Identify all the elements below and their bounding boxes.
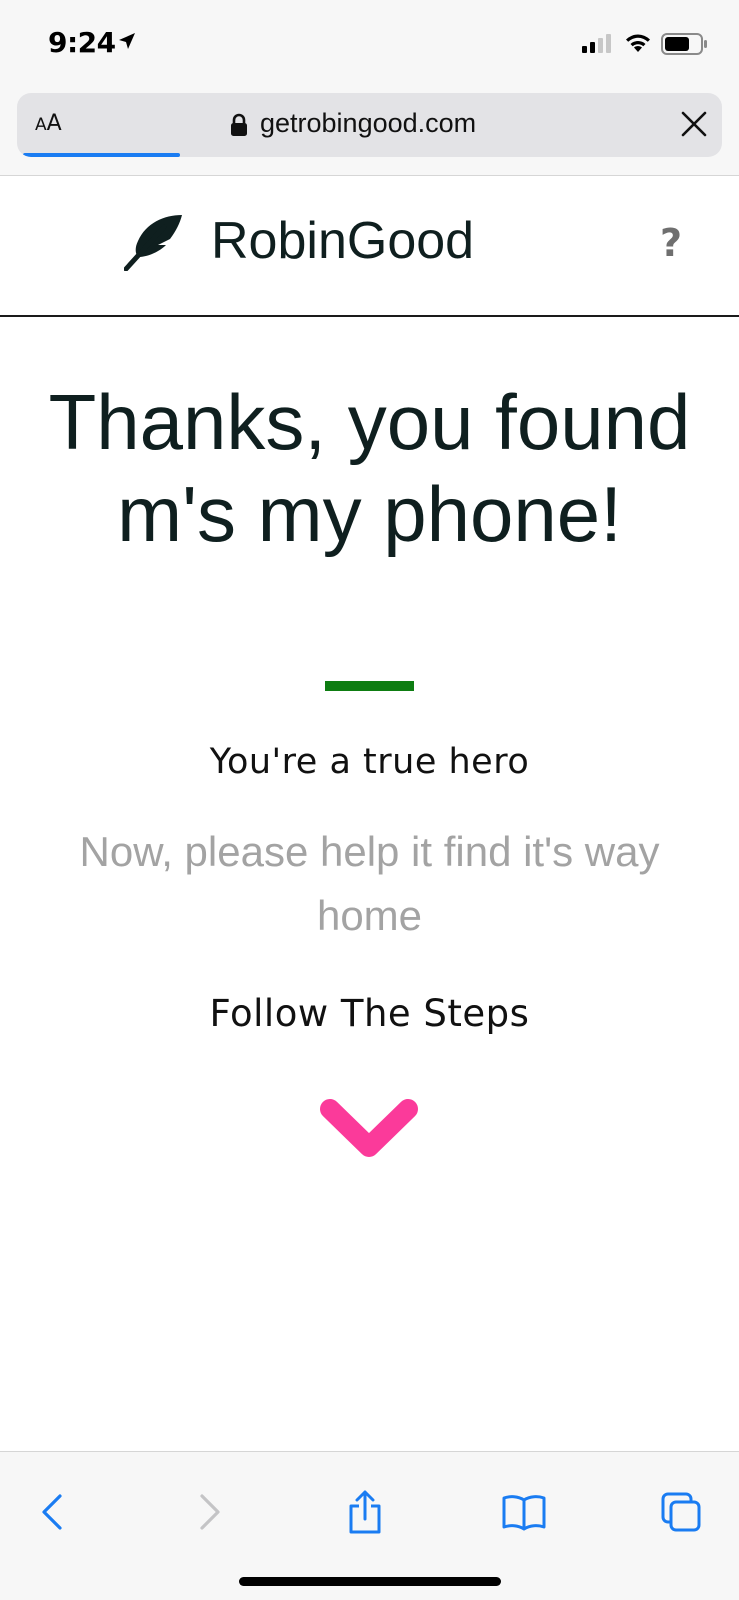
wifi-icon xyxy=(626,34,650,52)
hero-text: You're a true hero xyxy=(209,742,530,782)
share-icon[interactable] xyxy=(346,1489,384,1535)
tabs-button[interactable] xyxy=(651,1482,711,1542)
follow-steps-label: Follow The Steps xyxy=(209,992,530,1035)
accent-divider xyxy=(325,681,414,691)
back-button[interactable] xyxy=(22,1482,82,1542)
bookmarks-icon[interactable] xyxy=(501,1493,547,1531)
site-header: RobinGood ? xyxy=(0,177,739,317)
browser-address-bar: AA getrobingood.com xyxy=(0,86,739,176)
bookmarks-button[interactable] xyxy=(494,1482,554,1542)
forward-icon[interactable] xyxy=(198,1493,222,1531)
chevron-down-icon[interactable] xyxy=(320,1097,418,1161)
page-headline: Thanks, you found m's my phone! xyxy=(48,378,691,558)
back-icon[interactable] xyxy=(40,1493,64,1531)
home-indicator xyxy=(239,1577,501,1586)
cellular-signal-icon xyxy=(582,34,611,53)
status-bar: 9:24 xyxy=(0,0,739,86)
share-button[interactable] xyxy=(335,1482,395,1542)
url-text[interactable]: getrobingood.com xyxy=(260,108,476,139)
help-icon[interactable]: ? xyxy=(660,221,682,265)
instruction-text: Now, please help it find it's way home xyxy=(79,828,660,939)
close-icon[interactable] xyxy=(681,111,707,137)
battery-icon xyxy=(661,33,707,55)
forward-button[interactable] xyxy=(180,1482,240,1542)
brand-name[interactable]: RobinGood xyxy=(211,211,474,271)
location-arrow-icon xyxy=(119,33,135,49)
url-pill[interactable]: AA getrobingood.com xyxy=(17,93,722,157)
page-load-progress xyxy=(23,153,180,157)
lock-icon xyxy=(231,113,247,136)
feather-icon xyxy=(124,215,182,271)
status-time: 9:24 xyxy=(48,26,116,59)
text-size-button[interactable]: AA xyxy=(35,111,62,136)
tabs-icon[interactable] xyxy=(660,1491,702,1533)
